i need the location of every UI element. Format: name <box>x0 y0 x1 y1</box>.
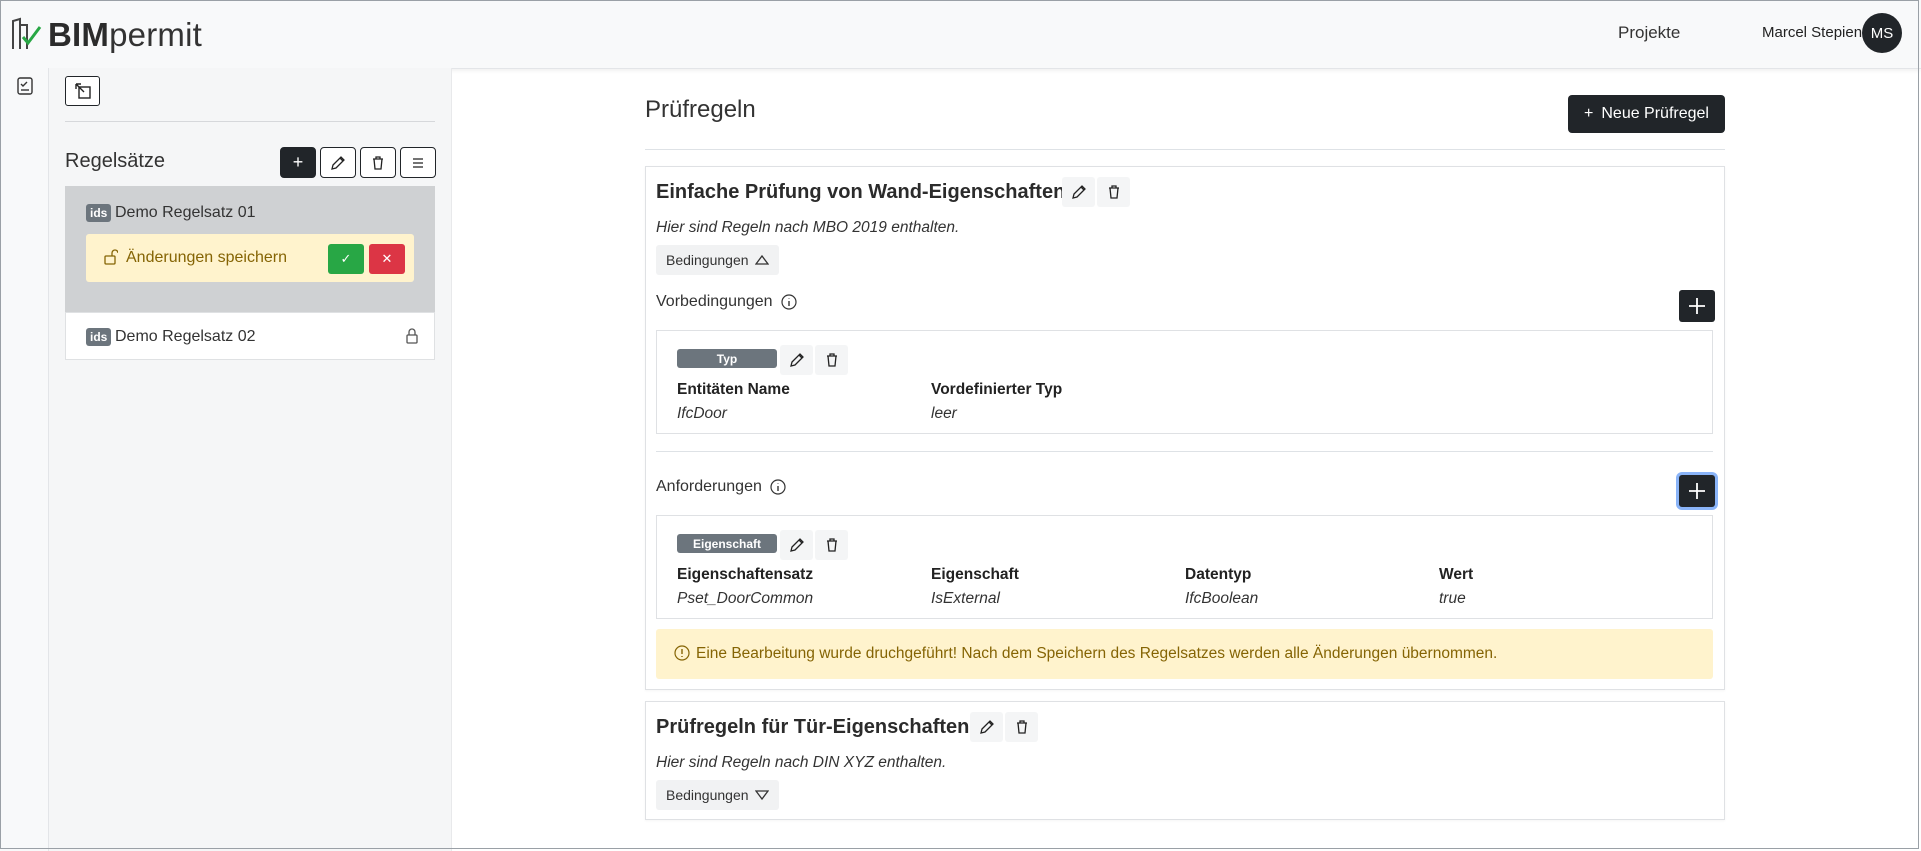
rule-description: Hier sind Regeln nach DIN XYZ enthalten. <box>656 754 947 771</box>
confirm-save-button[interactable]: ✓ <box>328 244 364 274</box>
edit-ruleset-button[interactable] <box>320 147 356 178</box>
delete-precondition-button[interactable] <box>815 345 848 375</box>
pencil-icon <box>979 720 994 734</box>
menu-button[interactable] <box>400 147 436 178</box>
property-tag: Eigenschaft <box>677 534 777 553</box>
plus-icon: + <box>1584 105 1594 122</box>
add-requirement-button[interactable] <box>1679 475 1715 507</box>
new-rule-button[interactable]: + Neue Prüfregel <box>1568 95 1725 133</box>
ids-badge: ids <box>86 204 112 222</box>
conditions-label: Bedingungen <box>666 787 749 803</box>
column-header: Vordefinierter Typ <box>931 381 1063 398</box>
ruleset-name: Demo Regelsatz 01 <box>115 204 256 221</box>
add-precondition-button[interactable] <box>1679 290 1715 322</box>
add-ruleset-button[interactable]: + <box>280 147 316 178</box>
exclamation-circle-icon <box>674 645 690 661</box>
edit-requirement-button[interactable] <box>780 530 813 560</box>
requirements-header: Anforderungen <box>656 478 786 496</box>
save-changes-text: Änderungen speichern <box>126 249 288 266</box>
left-icon-strip <box>0 68 49 851</box>
ids-badge: ids <box>86 328 112 346</box>
delete-ruleset-button[interactable] <box>360 147 396 178</box>
page-title: Prüfregeln <box>645 96 756 123</box>
avatar[interactable]: MS <box>1862 13 1902 53</box>
rule-card: Prüfregeln für Tür-Eigenschaften Hier si… <box>645 701 1725 820</box>
checklist-icon[interactable] <box>16 76 36 96</box>
discard-changes-button[interactable]: ✕ <box>369 244 405 274</box>
edit-warning-alert: Eine Bearbeitung wurde druchgeführt! Nac… <box>656 629 1713 679</box>
rule-description: Hier sind Regeln nach MBO 2019 enthalten… <box>656 219 960 236</box>
logo-bold: BIM <box>48 15 110 53</box>
conditions-label: Bedingungen <box>666 252 749 268</box>
ruleset-item[interactable]: ids Demo Regelsatz 02 <box>65 312 435 360</box>
column-value: IsExternal <box>931 590 1000 607</box>
info-icon[interactable] <box>770 479 786 495</box>
bimpermit-logo[interactable]: BIMpermit <box>10 14 202 54</box>
column-header: Entitäten Name <box>677 381 790 398</box>
trash-icon <box>826 538 837 552</box>
triangle-down-icon <box>754 790 769 801</box>
column-value: true <box>1439 590 1466 607</box>
pencil-icon <box>789 353 804 367</box>
lock-icon <box>406 328 418 344</box>
edit-precondition-button[interactable] <box>780 345 813 375</box>
rulesets-heading: Regelsätze <box>65 150 166 172</box>
column-value: IfcBoolean <box>1185 590 1259 607</box>
list-icon <box>413 157 423 168</box>
trash-icon <box>1016 720 1027 734</box>
edit-rule-button[interactable] <box>970 712 1003 742</box>
building-check-icon <box>12 17 42 49</box>
precondition-box: Typ Entitäten Name Vordefinierter Typ If… <box>656 330 1713 434</box>
delete-rule-button[interactable] <box>1097 177 1130 207</box>
requirement-box: Eigenschaft Eigenschaftensatz Eigenschaf… <box>656 515 1713 619</box>
nav-projects-link[interactable]: Projekte <box>1618 23 1680 43</box>
trash-icon <box>1108 185 1119 199</box>
ruleset-name: Demo Regelsatz 02 <box>115 328 256 345</box>
new-rule-label: Neue Prüfregel <box>1601 105 1709 122</box>
type-tag: Typ <box>677 349 777 368</box>
section-divider <box>656 451 1713 452</box>
edit-rule-button[interactable] <box>1062 177 1095 207</box>
rule-card: Einfache Prüfung von Wand-Eigenschaften … <box>645 166 1725 690</box>
column-header: Eigenschaft <box>931 566 1019 583</box>
pencil-icon <box>331 155 345 170</box>
triangle-up-icon <box>754 254 769 265</box>
column-header: Wert <box>1439 566 1474 583</box>
collapse-icon <box>74 83 91 99</box>
save-changes-bar: Änderungen speichern ✓ ✕ <box>86 234 414 282</box>
logo-light: permit <box>109 15 202 53</box>
user-name[interactable]: Marcel Stepien <box>1762 24 1862 41</box>
conditions-toggle[interactable]: Bedingungen <box>656 245 779 275</box>
column-value: leer <box>931 405 957 422</box>
title-divider <box>645 149 1725 150</box>
warning-text: Eine Bearbeitung wurde druchgeführt! Nac… <box>696 645 1498 662</box>
unlock-icon <box>104 249 118 265</box>
preconditions-label: Vorbedingungen <box>656 293 773 310</box>
trash-icon <box>826 353 837 367</box>
collapse-panel-button[interactable] <box>65 76 100 106</box>
conditions-toggle[interactable]: Bedingungen <box>656 780 779 810</box>
delete-rule-button[interactable] <box>1005 712 1038 742</box>
plus-icon <box>1689 298 1705 314</box>
pencil-icon <box>789 538 804 552</box>
logo-text: BIMpermit <box>48 18 202 51</box>
info-icon[interactable] <box>780 294 797 310</box>
plus-icon <box>1689 483 1705 499</box>
column-value: Pset_DoorCommon <box>677 590 814 607</box>
delete-requirement-button[interactable] <box>815 530 848 560</box>
pencil-icon <box>1071 185 1086 199</box>
rule-title: Prüfregeln für Tür-Eigenschaften <box>656 716 970 738</box>
column-header: Datentyp <box>1185 566 1252 583</box>
requirements-label: Anforderungen <box>656 478 762 495</box>
panel-divider <box>65 121 435 122</box>
preconditions-header: Vorbedingungen <box>656 293 797 311</box>
trash-icon <box>373 155 383 170</box>
column-value: IfcDoor <box>677 405 727 422</box>
column-header: Eigenschaftensatz <box>677 566 814 583</box>
top-navbar: BIMpermit Projekte Marcel Stepien MS <box>0 0 1921 69</box>
rule-title: Einfache Prüfung von Wand-Eigenschaften <box>656 181 1066 203</box>
